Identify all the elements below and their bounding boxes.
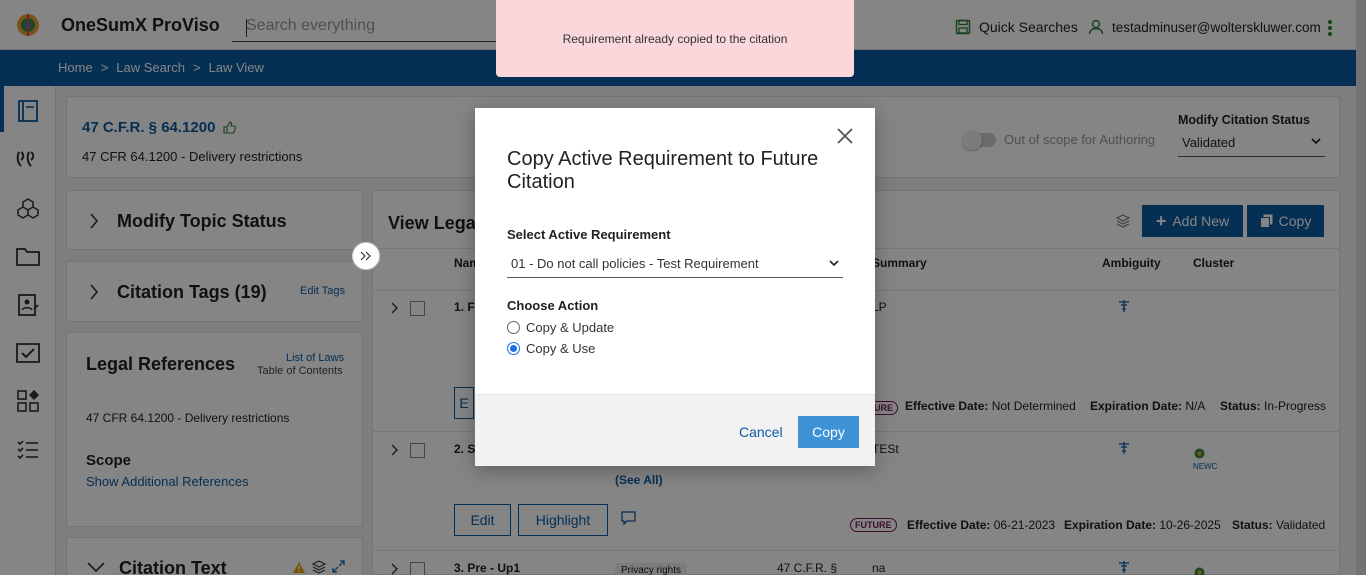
- copy-update-radio[interactable]: Copy & Update: [507, 320, 614, 335]
- radio-button[interactable]: [507, 321, 520, 334]
- close-icon[interactable]: [837, 128, 853, 144]
- expand-panel-button[interactable]: [352, 242, 380, 270]
- copy-requirement-dialog: Copy Active Requirement to Future Citati…: [475, 108, 875, 466]
- dialog-title: Copy Active Requirement to Future Citati…: [507, 148, 819, 193]
- dialog-footer: Cancel Copy: [475, 394, 875, 466]
- select-requirement-label: Select Active Requirement: [507, 227, 671, 242]
- radio-button-selected[interactable]: [507, 342, 520, 355]
- choose-action-label: Choose Action: [507, 298, 599, 313]
- double-chevron-right-icon: [360, 251, 372, 261]
- chevron-down-icon: [829, 260, 839, 267]
- toast-message: Requirement already copied to the citati…: [562, 31, 788, 46]
- dialog-copy-button[interactable]: Copy: [798, 416, 859, 448]
- copy-use-radio[interactable]: Copy & Use: [507, 341, 595, 356]
- toast-notification: Requirement already copied to the citati…: [496, 0, 854, 77]
- cancel-button[interactable]: Cancel: [739, 424, 783, 440]
- requirement-select[interactable]: 01 - Do not call policies - Test Require…: [507, 252, 843, 278]
